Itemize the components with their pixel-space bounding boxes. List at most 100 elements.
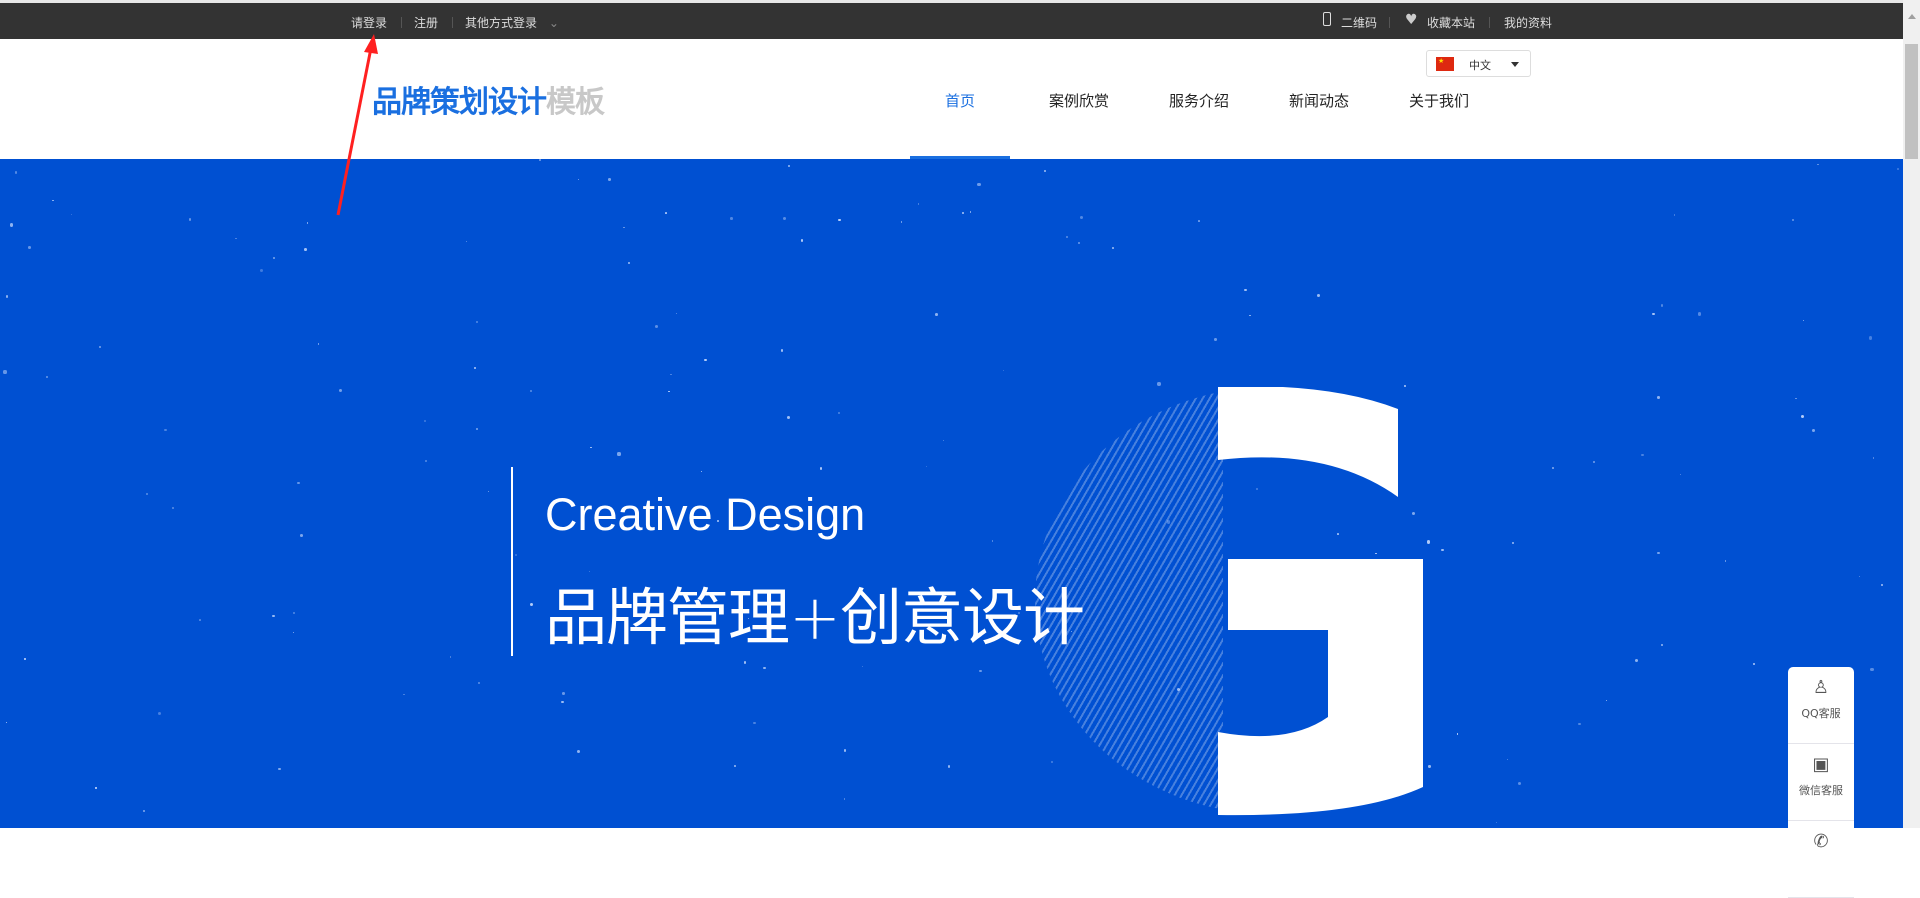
star-dot — [947, 765, 951, 769]
qq-service-label: QQ客服 — [1801, 707, 1841, 720]
logo-main: 品牌策划设计 — [372, 85, 547, 120]
phone-icon — [1323, 12, 1331, 26]
star-dot — [787, 164, 791, 167]
nav-news[interactable]: 新闻动态 — [1289, 90, 1349, 111]
login-link[interactable]: 请登录 — [351, 14, 387, 31]
star-dot — [45, 375, 49, 378]
star-dot — [561, 700, 564, 704]
star-dot — [1051, 761, 1054, 764]
language-label: 中文 — [1469, 59, 1491, 72]
favorite-link[interactable]: 收藏本站 — [1427, 14, 1475, 31]
star-dot — [3, 370, 7, 374]
star-dot — [1044, 170, 1047, 173]
phone-service-button[interactable]: ✆ — [1788, 821, 1854, 898]
qrcode-icon: ▣ — [1812, 754, 1830, 775]
star-dot — [763, 666, 766, 670]
star-dot — [188, 218, 192, 221]
other-login-dropdown[interactable]: 其他方式登录 ⌄ — [465, 14, 559, 31]
star-dot — [969, 211, 972, 214]
star-dot — [925, 465, 927, 467]
wechat-service-button[interactable]: ▣ 微信客服 — [1788, 744, 1854, 821]
star-dot — [1079, 215, 1084, 220]
qrcode-link[interactable]: 二维码 — [1341, 14, 1377, 31]
star-dot — [164, 428, 167, 432]
caret-down-icon — [1511, 62, 1519, 67]
divider — [1389, 17, 1390, 28]
star-dot — [1002, 369, 1005, 372]
star-dot — [991, 539, 994, 542]
star-dot — [943, 439, 945, 441]
nav-about[interactable]: 关于我们 — [1409, 90, 1469, 111]
star-dot — [300, 533, 303, 537]
star-dot — [318, 343, 320, 345]
star-dot — [1578, 723, 1581, 726]
profile-link[interactable]: 我的资料 — [1504, 14, 1552, 31]
star-dot — [1641, 454, 1644, 457]
star-dot — [1112, 247, 1114, 249]
star-dot — [668, 391, 670, 393]
heart-icon: ♥ — [1405, 12, 1418, 28]
star-dot — [701, 471, 703, 473]
star-dot — [590, 446, 592, 449]
star-dot — [1652, 312, 1655, 316]
star-dot — [273, 257, 275, 259]
star-dot — [934, 312, 938, 316]
phone-icon: ✆ — [1813, 831, 1829, 852]
star-dot — [1426, 540, 1431, 544]
star-dot — [272, 614, 275, 618]
logo[interactable]: 品牌策划设计模板 — [372, 77, 605, 121]
star-dot — [530, 603, 534, 607]
nav-services[interactable]: 服务介绍 — [1169, 90, 1229, 111]
nav-home[interactable]: 首页 — [945, 90, 975, 111]
star-dot — [1316, 293, 1320, 297]
star-dot — [1249, 314, 1251, 317]
scroll-up-icon[interactable] — [1908, 14, 1916, 19]
star-dot — [979, 669, 982, 673]
star-dot — [800, 239, 804, 242]
star-dot — [753, 721, 756, 725]
star-dot — [838, 218, 841, 222]
language-select[interactable]: ★ 中文 — [1426, 50, 1531, 77]
hero-divider-line — [511, 467, 513, 656]
wechat-service-label: 微信客服 — [1799, 784, 1843, 797]
divider — [1489, 17, 1490, 28]
star-dot — [780, 349, 784, 352]
star-dot — [1244, 288, 1247, 292]
star-dot — [425, 460, 427, 462]
scrollbar-thumb[interactable] — [1905, 44, 1918, 159]
star-dot — [1724, 559, 1727, 562]
star-dot — [98, 346, 102, 349]
star-dot — [1656, 396, 1660, 400]
star-dot — [5, 295, 9, 298]
star-dot — [670, 373, 672, 376]
star-dot — [1593, 460, 1596, 463]
star-dot — [27, 245, 31, 249]
star-dot — [1880, 583, 1884, 587]
star-dot — [1517, 781, 1521, 785]
star-dot — [665, 212, 667, 215]
star-dot — [157, 711, 162, 715]
star-dot — [449, 656, 452, 658]
star-dot — [819, 467, 823, 470]
star-dot — [234, 237, 237, 240]
star-dot — [1674, 214, 1676, 216]
star-dot — [1802, 319, 1805, 322]
qq-service-button[interactable]: ♙ QQ客服 — [1788, 667, 1854, 744]
scrollbar[interactable] — [1903, 0, 1920, 828]
star-dot — [1634, 659, 1639, 663]
star-dot — [474, 367, 477, 370]
star-dot — [1679, 473, 1682, 476]
star-dot — [304, 248, 308, 252]
star-dot — [259, 269, 263, 273]
nav-cases[interactable]: 案例欣赏 — [1049, 90, 1109, 111]
star-dot — [607, 178, 611, 182]
star-dot — [9, 223, 14, 227]
star-dot — [654, 324, 658, 329]
star-dot — [1214, 338, 1218, 342]
register-link[interactable]: 注册 — [414, 14, 438, 31]
star-dot — [1496, 822, 1498, 824]
star-dot — [1660, 304, 1664, 307]
top-bar: 请登录 注册 其他方式登录 ⌄ 二维码 ♥ 收藏本站 我的资料 — [0, 0, 1903, 39]
star-dot — [623, 227, 625, 229]
hero-title-cn: 品牌管理+创意设计 — [545, 581, 1085, 654]
